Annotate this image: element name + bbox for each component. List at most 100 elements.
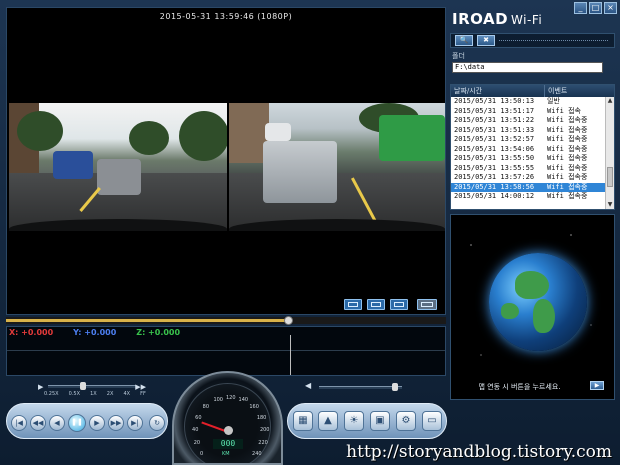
recording-datetime: 2015/05/31 13:50:13: [454, 97, 535, 105]
speed-tick-label: 180: [256, 414, 267, 421]
playback-speed-slider[interactable]: ▶ ▶▶ 0.25X 0.5X 1X 2X 4X FF: [38, 380, 146, 400]
speed-tick-label: 100: [213, 397, 223, 404]
recording-datetime: 2015/05/31 13:54:06: [454, 144, 535, 153]
speed-tick-label: 20: [193, 439, 201, 446]
settings-icon[interactable]: ✖: [477, 35, 495, 46]
speed-tick-label: 200: [259, 427, 270, 434]
recording-datetime: 2015/05/31 13:51:22: [454, 116, 535, 124]
folder-icon[interactable]: ▭: [422, 411, 442, 431]
pause-icon[interactable]: ❚❚: [68, 414, 86, 432]
g-sensor-graph: X: +0.000 Y: +0.000 Z: +0.000: [6, 326, 446, 376]
playback-controls: |◀ ◀◀ ◀ ❚❚ ▶ ▶▶ ▶| ↻: [6, 403, 168, 439]
fullscreen-button[interactable]: [417, 299, 437, 310]
previous-file-icon[interactable]: |◀: [11, 415, 27, 431]
recording-list-scrollbar[interactable]: ▲ ▼: [605, 97, 614, 209]
g-sensor-baseline: [7, 350, 445, 351]
column-event[interactable]: 이벤트: [545, 85, 614, 97]
recording-datetime: 2015/05/31 13:51:17: [454, 106, 535, 115]
recording-row[interactable]: 2015/05/31 13:51:33 Wifi 접속중: [451, 126, 614, 136]
recording-datetime: 2015/05/31 13:51:33: [454, 125, 535, 134]
speed-tick: FF: [140, 391, 146, 397]
video-edit-icon[interactable]: ▦: [293, 411, 313, 431]
recording-datetime: 2015/05/31 13:58:56: [454, 182, 535, 191]
play-icon[interactable]: ▶: [89, 415, 105, 431]
speed-tick-label: 40: [192, 427, 199, 434]
save-icon[interactable]: ▣: [370, 411, 390, 431]
settings-gear-icon[interactable]: ⚙: [396, 411, 416, 431]
capture-icon[interactable]: ▲: [318, 411, 338, 431]
speed-tick: 0.25X: [44, 391, 59, 397]
recording-row[interactable]: 2015/05/31 14:00:12 Wifi 접속중: [451, 192, 614, 202]
watermark-url: http://storyandblog.tistory.com: [346, 442, 612, 462]
speed-tick-label: 120: [226, 395, 236, 401]
recording-event: Wifi 접속중: [547, 163, 588, 172]
playback-timeline[interactable]: [6, 316, 446, 325]
brand-suffix: Wi-Fi: [511, 13, 543, 27]
g-sensor-x-value: X: +0.000: [9, 328, 54, 337]
folder-label: 폴더: [452, 52, 465, 60]
map-connect-button[interactable]: ▶: [590, 381, 604, 390]
speed-down-icon[interactable]: ▶: [38, 383, 43, 391]
recording-datetime: 2015/05/31 13:57:26: [454, 173, 535, 181]
rear-camera-feed[interactable]: [229, 103, 445, 231]
speed-tick-label: 80: [202, 404, 210, 411]
speed-tick-label: 140: [238, 397, 249, 404]
timeline-knob[interactable]: [283, 316, 293, 325]
rewind-icon[interactable]: ◀◀: [30, 415, 46, 431]
recording-event: Wifi 접속중: [547, 135, 588, 143]
brightness-icon[interactable]: ☀: [344, 411, 364, 431]
recording-row[interactable]: 2015/05/31 13:51:17 Wifi 접속: [451, 107, 614, 117]
recording-list[interactable]: 날짜/시간 이벤트 2015/05/31 13:50:13 일반 2015/05/3…: [450, 84, 615, 210]
dual-view-button[interactable]: [367, 299, 385, 310]
folder-path-input[interactable]: F:\data: [452, 62, 603, 73]
recording-row[interactable]: 2015/05/31 13:51:22 Wifi 접속중: [451, 116, 614, 126]
recording-row[interactable]: 2015/05/31 13:52:57 Wifi 접속중: [451, 135, 614, 145]
speed-knob[interactable]: [80, 382, 86, 390]
recording-row[interactable]: 2015/05/31 13:54:06 Wifi 접속중: [451, 145, 614, 155]
column-datetime[interactable]: 날짜/시간: [451, 85, 545, 97]
speed-tick-label: 160: [249, 404, 259, 411]
step-back-icon[interactable]: ◀: [49, 415, 65, 431]
video-player[interactable]: 2015-05-31 13:59:46 (1080P): [6, 7, 446, 315]
volume-knob[interactable]: [392, 383, 399, 391]
map-connect-message: 맵 연동 시 버튼을 누르세요.: [478, 383, 561, 391]
maximize-button[interactable]: □: [589, 2, 602, 14]
minimize-button[interactable]: _: [574, 2, 587, 14]
recording-datetime: 2015/05/31 13:52:57: [454, 135, 535, 143]
next-file-icon[interactable]: ▶|: [127, 415, 143, 431]
speedometer: 0 20 40 60 80 100 120 140 160 180 200 220 240 000 KM: [172, 371, 283, 465]
front-camera-feed[interactable]: [9, 103, 227, 231]
single-view-button[interactable]: [344, 299, 362, 310]
repeat-icon[interactable]: ↻: [149, 415, 165, 431]
brand-name: IROAD: [452, 10, 509, 28]
speed-tick: 1X: [90, 391, 97, 397]
tool-buttons: ▦ ▲ ☀ ▣ ⚙ ▭: [287, 403, 447, 439]
video-timestamp: 2015-05-31 13:59:46 (1080P): [159, 12, 293, 21]
recording-row[interactable]: 2015/05/31 13:55:55 Wifi 접속중: [451, 164, 614, 174]
fast-forward-icon[interactable]: ▶▶: [108, 415, 124, 431]
pip-view-button[interactable]: [390, 299, 408, 310]
window-controls: _ □ ×: [574, 2, 617, 14]
digital-speed: 000: [213, 439, 243, 449]
timeline-progress: [6, 319, 288, 322]
speed-up-icon[interactable]: ▶▶: [135, 383, 146, 391]
recording-event: Wifi 접속: [547, 106, 581, 115]
globe-image: [489, 253, 587, 351]
recording-row[interactable]: 2015/05/31 13:50:13 일반: [451, 97, 614, 107]
g-sensor-y-value: Y: +0.000: [73, 328, 117, 337]
speed-tick-label: 0: [199, 450, 204, 457]
speed-tick: 4X: [123, 391, 131, 397]
volume-slider[interactable]: ◀: [305, 381, 410, 393]
speed-tick: 0.5X: [68, 391, 81, 397]
close-button[interactable]: ×: [604, 2, 617, 14]
search-icon[interactable]: 🔍: [455, 35, 473, 46]
scrollbar-thumb[interactable]: [607, 167, 613, 187]
recording-event: Wifi 접속중: [547, 144, 588, 153]
speaker-icon: ◀: [305, 381, 312, 390]
recording-row[interactable]: 2015/05/31 13:55:50 Wifi 접속중: [451, 154, 614, 164]
recording-row[interactable]: 2015/05/31 13:58:56 Wifi 접속중: [451, 182, 614, 192]
recording-row[interactable]: 2015/05/31 13:57:26 Wifi 접속중: [451, 173, 614, 183]
recording-list-header: 날짜/시간 이벤트: [451, 85, 614, 97]
speed-tick: 2X: [106, 391, 114, 397]
dashcam-viewer-window: 2015-05-31 13:59:46 (1080P) X: +0.000 Y:…: [0, 0, 620, 465]
